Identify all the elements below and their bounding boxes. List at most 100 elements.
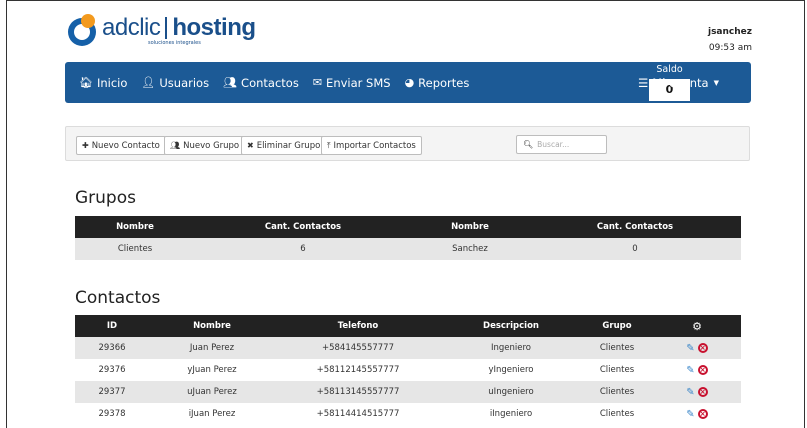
envelope-icon: ✉︎ xyxy=(312,76,323,89)
table-row[interactable]: 29377 uJuan Perez +58113145557777 uIngen… xyxy=(75,381,741,403)
column-header: Cant. Contactos xyxy=(596,222,674,232)
home-icon: 🏠︎ xyxy=(79,76,93,89)
column-header: Nombre xyxy=(451,222,489,232)
importar-contactos-label: Importar Contactos xyxy=(333,140,416,151)
row-actions: ✎ × xyxy=(653,359,741,381)
table-row[interactable]: 29376 yJuan Perez +58112145557777 yIngen… xyxy=(75,359,741,381)
contactos-table: ID Nombre Telefono Descripcion Grupo ⚙ 2… xyxy=(75,315,741,425)
plus-icon: ✚ xyxy=(82,141,89,150)
table-cell: +58114414515777 xyxy=(316,409,400,419)
delete-icon[interactable]: × xyxy=(697,365,708,375)
column-header: Telefono xyxy=(337,321,379,331)
table-cell: +58112145557777 xyxy=(316,365,400,375)
table-cell: 29378 xyxy=(98,409,126,419)
nav-item-label: Usuarios xyxy=(159,75,210,90)
table-cell: Clientes xyxy=(599,365,635,375)
table-cell: +584145557777 xyxy=(321,343,395,353)
logo-tagline: soluciones integrales xyxy=(148,40,201,46)
table-cell: Clientes xyxy=(117,244,153,254)
edit-icon[interactable]: ✎ xyxy=(686,409,694,420)
nuevo-grupo-button[interactable]: 👥︎ Nuevo Grupo xyxy=(164,136,246,155)
delete-icon[interactable]: × xyxy=(697,387,708,397)
table-cell: 6 xyxy=(300,244,306,254)
table-cell: uJuan Perez xyxy=(187,387,237,397)
eliminar-grupo-label: Eliminar Grupo xyxy=(256,140,321,151)
nuevo-contacto-button[interactable]: ✚ Nuevo Contacto xyxy=(76,136,166,155)
table-row[interactable]: Clientes 6 Sanchez 0 xyxy=(75,238,741,260)
caret-down-icon: ▼ xyxy=(713,78,719,87)
table-cell: Ingeniero xyxy=(490,343,531,353)
table-cell: +58113145557777 xyxy=(316,387,400,397)
nav-item-contactos[interactable]: 👥︎ Contactos xyxy=(223,76,299,90)
grupos-title: Grupos xyxy=(75,188,136,208)
table-cell: Juan Perez xyxy=(189,343,235,353)
brand-logo[interactable]: adclic hosting soluciones integrales xyxy=(68,14,256,50)
user-icon: 👤︎ xyxy=(141,76,156,89)
nav-item-inicio[interactable]: 🏠︎ Inicio xyxy=(79,76,127,90)
table-cell: yIngeniero xyxy=(488,365,534,375)
nav-item-label: Contactos xyxy=(241,75,299,90)
close-icon: ✖ xyxy=(247,141,254,150)
edit-icon[interactable]: ✎ xyxy=(686,365,694,376)
table-cell: Clientes xyxy=(599,343,635,353)
delete-icon[interactable]: × xyxy=(697,343,708,353)
grupos-header-row: Nombre Cant. Contactos Nombre Cant. Cont… xyxy=(75,216,741,238)
table-cell: Clientes xyxy=(599,409,635,419)
search-box[interactable]: 🔍︎ xyxy=(516,135,607,154)
importar-contactos-button[interactable]: ⤒ Importar Contactos xyxy=(321,136,422,155)
logo-separator xyxy=(165,17,168,39)
column-header: Nombre xyxy=(116,222,154,232)
logo-name-right: hosting xyxy=(172,14,256,41)
table-cell: Clientes xyxy=(599,387,635,397)
logo-mark-icon xyxy=(68,14,98,46)
table-cell: 29376 xyxy=(98,365,126,375)
nuevo-contacto-label: Nuevo Contacto xyxy=(91,140,160,151)
column-header: Cant. Contactos xyxy=(264,222,342,232)
nuevo-grupo-label: Nuevo Grupo xyxy=(183,140,240,151)
table-cell: 29366 xyxy=(98,343,126,353)
nav-item-usuarios[interactable]: 👤︎ Usuarios xyxy=(141,76,209,90)
hamburger-icon: ☰ xyxy=(637,75,649,90)
table-cell: 29377 xyxy=(98,387,126,397)
column-header: ID xyxy=(106,321,118,331)
nav-item-enviar-sms[interactable]: ✉︎ Enviar SMS xyxy=(313,76,391,90)
table-cell: iIngeniero xyxy=(489,409,533,419)
search-icon: 🔍︎ xyxy=(523,140,534,149)
eliminar-grupo-button[interactable]: ✖ Eliminar Grupo xyxy=(241,136,327,155)
account-menu[interactable]: ☰ Mi cuenta ▼ xyxy=(638,62,719,103)
edit-icon[interactable]: ✎ xyxy=(686,343,694,354)
grupos-table: Nombre Cant. Contactos Nombre Cant. Cont… xyxy=(75,216,741,260)
table-cell: 0 xyxy=(632,244,638,254)
user-info: jsanchez 09:53 am xyxy=(708,24,752,56)
nav-item-label: Reportes xyxy=(418,75,470,90)
column-header: Grupo xyxy=(602,321,632,331)
search-input[interactable] xyxy=(537,140,600,149)
edit-icon[interactable]: ✎ xyxy=(686,387,694,398)
current-time: 09:53 am xyxy=(708,43,752,53)
table-row[interactable]: 29378 iJuan Perez +58114414515777 iIngen… xyxy=(75,403,741,425)
table-cell: Sanchez xyxy=(452,244,488,254)
contactos-title: Contactos xyxy=(75,288,161,308)
contacts-toolbar: ✚ Nuevo Contacto 👥︎ Nuevo Grupo ✖ Elimin… xyxy=(65,126,750,161)
table-cell: uIngeniero xyxy=(488,387,534,397)
account-label: Mi cuenta xyxy=(652,75,709,90)
contactos-header-row: ID Nombre Telefono Descripcion Grupo ⚙ xyxy=(75,315,741,337)
row-actions: ✎ × xyxy=(653,337,741,359)
upload-icon: ⤒ xyxy=(327,140,331,150)
main-navbar: 🏠︎ Inicio 👤︎ Usuarios 👥︎ Contactos ✉︎ En… xyxy=(65,62,751,103)
delete-icon[interactable]: × xyxy=(697,409,708,419)
table-row[interactable]: 29366 Juan Perez +584145557777 Ingeniero… xyxy=(75,337,741,359)
column-header: Nombre xyxy=(193,321,231,331)
gear-icon: ⚙ xyxy=(692,319,702,333)
nav-item-label: Inicio xyxy=(96,75,128,90)
nav-item-label: Enviar SMS xyxy=(326,75,391,90)
table-cell: iJuan Perez xyxy=(188,409,236,419)
actions-header: ⚙ xyxy=(653,315,741,337)
pie-chart-icon: ◕ xyxy=(404,76,415,89)
row-actions: ✎ × xyxy=(653,403,741,425)
logo-name-left: adclic xyxy=(102,14,161,41)
users-icon: 👥︎ xyxy=(223,76,238,89)
table-cell: yJuan Perez xyxy=(187,365,237,375)
nav-item-reportes[interactable]: ◕ Reportes xyxy=(405,76,470,90)
row-actions: ✎ × xyxy=(653,381,741,403)
